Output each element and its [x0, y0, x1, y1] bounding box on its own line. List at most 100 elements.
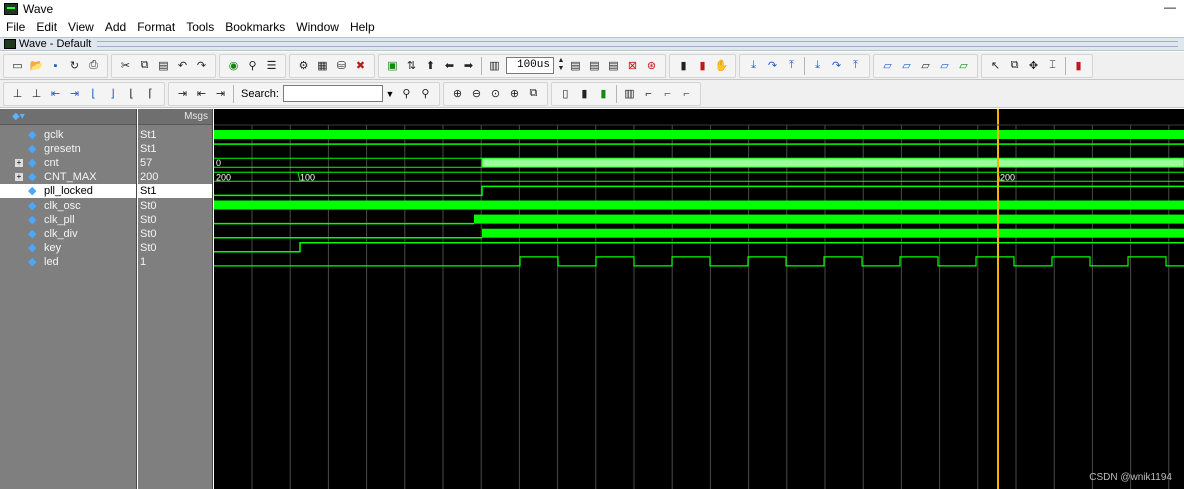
show-wave-icon[interactable]: ▮ — [595, 85, 612, 102]
menu-window[interactable]: Window — [290, 20, 344, 34]
print-icon[interactable]: ⎙ — [85, 57, 102, 74]
pan-mode-icon[interactable]: ✥ — [1025, 57, 1042, 74]
select-pointer-icon[interactable]: ↖ — [987, 57, 1004, 74]
layout-1-icon[interactable]: ▱ — [879, 57, 896, 74]
open-folder-icon[interactable]: 📂 — [28, 57, 45, 74]
run-icon-1[interactable]: ▤ — [567, 57, 584, 74]
run-icon[interactable]: ◉ — [225, 57, 242, 74]
find-prev-icon[interactable]: ⇥ — [174, 85, 191, 102]
menu-file[interactable]: File — [0, 20, 30, 34]
copy-icon[interactable]: ⧉ — [136, 57, 153, 74]
rising-edge-icon[interactable]: ⌈ — [142, 85, 159, 102]
signal-row-pll-locked[interactable]: ◆ pll_locked — [0, 184, 136, 199]
undo-icon[interactable]: ↶ — [174, 57, 191, 74]
menu-help[interactable]: Help — [344, 20, 380, 34]
search-options-icon[interactable]: ⚲ — [398, 85, 415, 102]
search-dropdown-icon[interactable]: ▼ — [383, 85, 397, 102]
break-sim-icon[interactable]: ⊠ — [624, 57, 641, 74]
memory-icon[interactable]: ▮ — [694, 57, 711, 74]
minimize-button[interactable]: — — [1164, 0, 1176, 14]
next-edge-icon[interactable]: ⇥ — [66, 85, 83, 102]
menu-edit[interactable]: Edit — [30, 20, 62, 34]
step-menu-icon[interactable]: ⇅ — [403, 57, 420, 74]
wave-style-1-icon[interactable]: ▥ — [621, 85, 638, 102]
signal-row-clk-div[interactable]: ◆ clk_div — [0, 227, 136, 241]
window-drag-handle[interactable] — [97, 41, 1178, 47]
run-length-input[interactable]: 100us — [506, 57, 554, 74]
wave-style-4-icon[interactable]: ⌐ — [678, 85, 695, 102]
wave-compare-icon[interactable]: ▮ — [1070, 57, 1087, 74]
run-continue-icon[interactable]: ▤ — [586, 57, 603, 74]
save-icon[interactable]: ▪ — [47, 57, 64, 74]
redo-icon[interactable]: ↷ — [193, 57, 210, 74]
menu-add[interactable]: Add — [99, 20, 131, 34]
step-out-2-icon[interactable]: ⤒ — [847, 57, 864, 74]
paste-icon[interactable]: ▤ — [155, 57, 172, 74]
restart-icon[interactable]: ▣ — [384, 57, 401, 74]
step-into-icon[interactable]: ⤓ — [745, 57, 762, 74]
find-next-icon[interactable]: ⇤ — [193, 85, 210, 102]
step-over-icon[interactable]: ↷ — [764, 57, 781, 74]
waveform-canvas[interactable]: 0 200 100 200 — [214, 109, 1184, 489]
prev-edge-icon[interactable]: ⇤ — [47, 85, 64, 102]
menu-bookmarks[interactable]: Bookmarks — [219, 20, 290, 34]
layout-2-icon[interactable]: ▱ — [898, 57, 915, 74]
insert-cursor-icon[interactable]: ⊥ — [9, 85, 26, 102]
wave-style-3-icon[interactable]: ⌐ — [659, 85, 676, 102]
reload-icon[interactable]: ↻ — [66, 57, 83, 74]
signal-values-pane[interactable]: Msgs St1 St1 57 200 St1 St0 St0 St0 St0 1 — [138, 109, 213, 489]
search-input[interactable] — [282, 85, 383, 102]
edit-mode-icon[interactable]: ⌶ — [1044, 57, 1061, 74]
up-arrow-icon[interactable]: ⬆ — [422, 57, 439, 74]
show-cursor-icon[interactable]: ▯ — [557, 85, 574, 102]
zoom-in-icon[interactable]: ⊕ — [449, 85, 466, 102]
step-into-2-icon[interactable]: ⤓ — [809, 57, 826, 74]
zoom-full-icon[interactable]: ⊙ — [487, 85, 504, 102]
zoom-out-icon[interactable]: ⊖ — [468, 85, 485, 102]
run-all-icon[interactable]: ▤ — [605, 57, 622, 74]
signal-row-gclk[interactable]: ◆ gclk — [0, 128, 136, 142]
stop-icon[interactable]: ⊛ — [643, 57, 660, 74]
expand-icon[interactable]: + — [15, 173, 23, 182]
performance-icon[interactable]: ▮ — [675, 57, 692, 74]
list-icon[interactable]: ☰ — [263, 57, 280, 74]
layout-5-icon[interactable]: ▱ — [955, 57, 972, 74]
forward-arrow-icon[interactable]: ➡ — [460, 57, 477, 74]
compile-all-icon[interactable]: ▦ — [314, 57, 331, 74]
run-length-icon[interactable]: ▥ — [486, 57, 503, 74]
show-grid-icon[interactable]: ▮ — [576, 85, 593, 102]
prev-transition-icon[interactable]: ⌊ — [85, 85, 102, 102]
menu-tools[interactable]: Tools — [180, 20, 219, 34]
step-over-2-icon[interactable]: ↷ — [828, 57, 845, 74]
signal-row-cnt[interactable]: + ◆ cnt — [0, 156, 136, 170]
wave-style-2-icon[interactable]: ⌐ — [640, 85, 657, 102]
run-length-spinner[interactable]: ▲ ▼ — [556, 57, 566, 74]
break-icon[interactable]: ✖ — [352, 57, 369, 74]
menu-format[interactable]: Format — [131, 20, 180, 34]
zoom-cursor-icon[interactable]: ⊕ — [506, 85, 523, 102]
falling-edge-icon[interactable]: ⌊ — [123, 85, 140, 102]
expand-icon[interactable]: + — [15, 159, 23, 168]
new-file-icon[interactable]: ▭ — [9, 57, 26, 74]
signal-names-pane[interactable]: ◆▾ ◆ gclk ◆ gresetn + ◆ cnt + ◆ CNT_MAX ◆ pll_locke… — [0, 109, 137, 489]
search-go-icon[interactable]: ⚲ — [417, 85, 434, 102]
step-out-icon[interactable]: ⤒ — [783, 57, 800, 74]
signal-row-cnt-max[interactable]: + ◆ CNT_MAX — [0, 170, 136, 184]
next-transition-icon[interactable]: ⌋ — [104, 85, 121, 102]
signal-row-clk-osc[interactable]: ◆ clk_osc — [0, 199, 136, 213]
signal-row-led[interactable]: ◆ led — [0, 255, 136, 269]
hand-icon[interactable]: ✋ — [713, 57, 730, 74]
layout-3-icon[interactable]: ▱ — [917, 57, 934, 74]
find-next-2-icon[interactable]: ⇥ — [212, 85, 229, 102]
menu-view[interactable]: View — [62, 20, 99, 34]
cut-icon[interactable]: ✂ — [117, 57, 134, 74]
delete-cursor-icon[interactable]: ⊥ — [28, 85, 45, 102]
zoom-region-icon[interactable]: ⧉ — [525, 85, 542, 102]
signal-row-key[interactable]: ◆ key — [0, 241, 136, 255]
find-binoculars-icon[interactable]: ⚲ — [244, 57, 261, 74]
signal-row-clk-pll[interactable]: ◆ clk_pll — [0, 213, 136, 227]
signal-tree-icon[interactable]: ◆▾ — [12, 111, 25, 122]
zoom-mode-icon[interactable]: ⧉ — [1006, 57, 1023, 74]
signal-row-gresetn[interactable]: ◆ gresetn — [0, 142, 136, 156]
compile-icon[interactable]: ⚙ — [295, 57, 312, 74]
